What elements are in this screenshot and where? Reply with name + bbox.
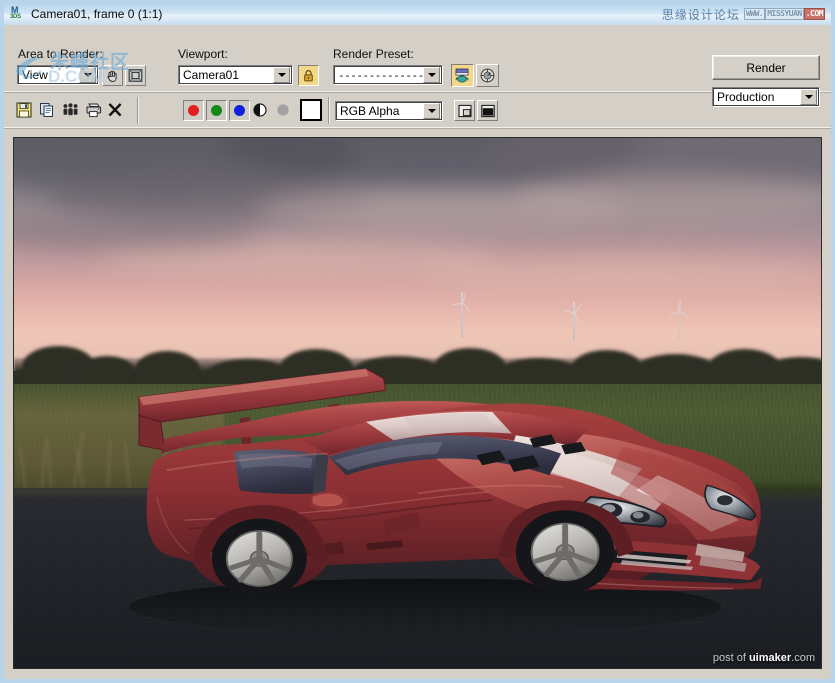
blue-channel-icon	[234, 105, 245, 116]
toggle-ui-icon	[458, 104, 472, 118]
teapot-icon	[454, 67, 471, 84]
screenshot-root: M 3DS Camera01, frame 0 (1:1) 思缘设计论坛 WWW…	[0, 0, 835, 683]
toolbar-separator	[328, 97, 329, 124]
title-bar[interactable]: M 3DS Camera01, frame 0 (1:1) 思缘设计论坛 WWW…	[4, 3, 831, 25]
area-to-render-label: Area to Render:	[18, 47, 103, 61]
title-watermark-url: WWW. MISSYUAN .COM	[744, 8, 825, 20]
auto-region-button[interactable]	[125, 65, 146, 86]
clone-icon	[62, 102, 79, 118]
print-icon	[85, 102, 102, 118]
copy-icon	[39, 102, 55, 118]
duplicate-window-icon	[481, 104, 495, 118]
green-channel-icon	[211, 105, 222, 116]
render-preset-value: --------------------------	[334, 69, 423, 82]
print-image-button[interactable]	[83, 100, 103, 120]
alpha-channel-button[interactable]	[276, 103, 290, 117]
viewport-label: Viewport:	[178, 47, 228, 61]
material-editor-button[interactable]	[451, 64, 474, 87]
toolbar-row-image-tools: RGB Alpha	[4, 93, 831, 129]
render-setup-icon	[479, 67, 496, 84]
hand-icon	[105, 68, 120, 83]
area-to-render-value: View	[18, 68, 79, 82]
url-segment-tld: .COM	[804, 8, 825, 20]
window-title: Camera01, frame 0 (1:1)	[31, 7, 162, 21]
mono-channel-icon	[253, 103, 267, 117]
hand-pan-button[interactable]	[102, 65, 123, 86]
toolbar-row-render-settings: Area to Render: View	[4, 25, 831, 93]
url-segment-www: WWW.	[744, 8, 765, 20]
save-floppy-icon	[16, 102, 32, 118]
credit-prefix: post of	[713, 652, 749, 664]
channel-display-value: RGB Alpha	[336, 104, 423, 118]
green-channel-button[interactable]	[206, 100, 227, 121]
rendered-frame-window: M 3DS Camera01, frame 0 (1:1) 思缘设计论坛 WWW…	[0, 0, 835, 683]
toolbar-container: Area to Render: View	[4, 25, 831, 129]
image-credit-watermark: post of uimaker.com	[713, 652, 815, 664]
background-color-swatch[interactable]	[300, 99, 322, 121]
3dsmax-icon: M 3DS	[10, 6, 26, 22]
dodge-viper-car	[70, 297, 780, 647]
mono-channel-button[interactable]	[253, 103, 267, 117]
app-icon-bottom: 3DS	[10, 14, 21, 20]
render-setup-button[interactable]	[476, 64, 499, 87]
chevron-down-icon[interactable]	[273, 67, 290, 83]
auto-region-icon	[128, 68, 143, 83]
lock-icon	[302, 69, 315, 82]
area-to-render-select[interactable]: View	[17, 65, 99, 85]
render-preset-select[interactable]: --------------------------	[333, 65, 443, 85]
red-channel-icon	[188, 105, 199, 116]
title-watermark-text: 思缘设计论坛	[662, 6, 740, 23]
clear-image-button[interactable]	[105, 100, 125, 120]
red-channel-button[interactable]	[183, 100, 204, 121]
rendered-image-frame[interactable]: post of uimaker.com	[13, 137, 822, 669]
viewport-value: Camera01	[179, 68, 273, 82]
credit-suffix: .com	[791, 652, 815, 664]
credit-brand: uimaker	[749, 652, 791, 664]
image-canvas-area: post of uimaker.com	[4, 129, 831, 679]
render-preset-label: Render Preset:	[333, 47, 414, 61]
render-button[interactable]: Render	[712, 55, 820, 80]
close-x-icon	[107, 102, 123, 118]
toggle-ui-button[interactable]	[454, 100, 475, 121]
channel-display-select[interactable]: RGB Alpha	[335, 101, 443, 121]
chevron-down-icon[interactable]	[423, 103, 440, 119]
alpha-channel-icon	[276, 103, 290, 117]
save-image-button[interactable]	[14, 100, 34, 120]
rendered-image: post of uimaker.com	[14, 138, 821, 668]
app-icon-top: M	[11, 6, 18, 14]
copy-image-button[interactable]	[37, 100, 57, 120]
url-segment-domain: MISSYUAN	[765, 8, 804, 20]
title-watermark: 思缘设计论坛 WWW. MISSYUAN .COM	[662, 6, 827, 23]
blue-channel-button[interactable]	[229, 100, 250, 121]
clone-image-button[interactable]	[60, 100, 80, 120]
duplicate-window-button[interactable]	[477, 100, 498, 121]
toolbar-separator	[137, 97, 138, 124]
chevron-down-icon[interactable]	[79, 67, 96, 83]
lock-viewport-button[interactable]	[298, 65, 319, 86]
viewport-select[interactable]: Camera01	[178, 65, 293, 85]
chevron-down-icon[interactable]	[423, 67, 440, 83]
